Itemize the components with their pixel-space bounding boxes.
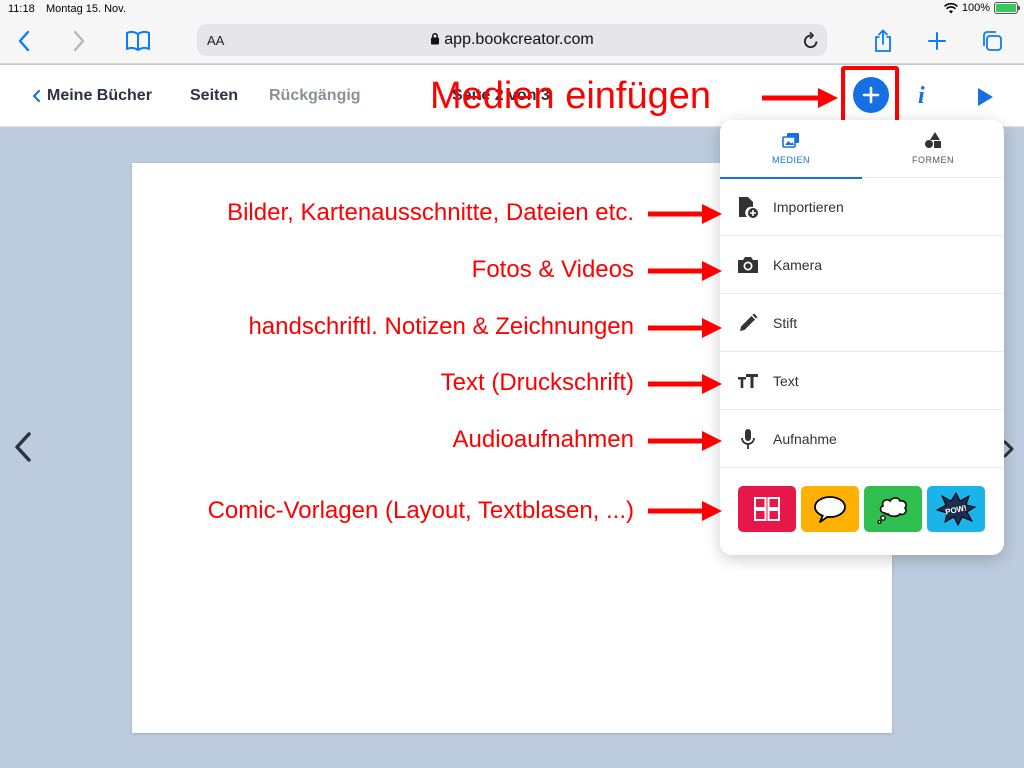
- pow-burst-icon: POW!: [936, 492, 976, 526]
- microphone-icon: [741, 429, 755, 449]
- pen-icon: [740, 313, 758, 331]
- lock-icon: [431, 33, 440, 45]
- tab-media[interactable]: MEDIEN: [720, 120, 862, 179]
- pages-button[interactable]: Seiten: [190, 87, 238, 105]
- url-text: app.bookcreator.com: [444, 31, 594, 48]
- import-label: Importieren: [773, 199, 844, 215]
- play-button[interactable]: [976, 87, 994, 112]
- camera-icon: [738, 257, 758, 273]
- tabs-overview-button[interactable]: [976, 26, 1008, 56]
- wifi-icon: [943, 2, 958, 13]
- annotation-camera: Fotos & Videos: [471, 256, 634, 283]
- camera-label: Kamera: [773, 257, 823, 273]
- previous-page-button[interactable]: [12, 430, 34, 469]
- bookmarks-button[interactable]: [122, 26, 154, 56]
- thought-bubble-icon: [877, 497, 907, 524]
- share-icon: [875, 29, 891, 52]
- tabs-icon: [983, 31, 1002, 51]
- annotation-title: Medien einfügen: [430, 75, 711, 117]
- audio-label: Aufnahme: [773, 431, 837, 447]
- status-time: 11:18: [8, 3, 35, 15]
- my-books-label: Meine Bücher: [47, 87, 152, 104]
- import-file-icon: [739, 197, 758, 218]
- battery-icon: [994, 2, 1020, 14]
- chevron-left-icon: [32, 89, 41, 103]
- chevron-right-icon: [73, 30, 85, 52]
- pow-sticker-button[interactable]: POW!: [927, 486, 985, 532]
- text-label: Text: [773, 373, 799, 389]
- thought-bubble-button[interactable]: [864, 486, 922, 532]
- annotation-pen: handschriftl. Notizen & Zeichnungen: [248, 313, 634, 340]
- battery-percent: 100%: [961, 2, 990, 14]
- chevron-left-icon: [18, 30, 30, 52]
- panel-tabs: MEDIEN FORMEN: [720, 120, 1004, 179]
- speech-bubble-icon: [814, 496, 846, 523]
- forward-button[interactable]: [63, 26, 95, 56]
- tab-media-label: MEDIEN: [771, 155, 810, 165]
- annotation-audio: Audioaufnahmen: [452, 426, 634, 453]
- info-button[interactable]: i: [918, 83, 925, 110]
- pen-label: Stift: [773, 315, 798, 331]
- address-bar[interactable]: AA app.bookcreator.com: [197, 24, 827, 56]
- reload-icon[interactable]: [803, 31, 819, 49]
- media-icon: [782, 133, 799, 148]
- comic-layout-icon: [754, 497, 780, 521]
- camera-item[interactable]: Kamera: [720, 236, 1004, 294]
- chevron-left-icon: [15, 432, 31, 462]
- tab-shapes-label: FORMEN: [912, 155, 954, 165]
- shapes-icon: [925, 132, 941, 148]
- url-display: app.bookcreator.com: [197, 31, 827, 49]
- speech-bubble-button[interactable]: [801, 486, 859, 532]
- annotation-text: Text (Druckschrift): [440, 369, 634, 396]
- play-icon: [978, 88, 993, 106]
- add-button-highlight: [841, 66, 899, 126]
- status-bar: 11:18 Montag 15. Nov. 100%: [0, 0, 1024, 20]
- insert-media-panel: MEDIEN FORMEN Importieren Kamera Stift T…: [720, 120, 1004, 555]
- pen-item[interactable]: Stift: [720, 294, 1004, 352]
- annotation-import: Bilder, Kartenausschnitte, Dateien etc.: [227, 199, 634, 226]
- back-button[interactable]: [8, 26, 40, 56]
- text-icon: [738, 374, 758, 388]
- comic-layout-button[interactable]: [738, 486, 796, 532]
- annotation-comics: Comic-Vorlagen (Layout, Textblasen, ...): [207, 497, 634, 524]
- tab-shapes[interactable]: FORMEN: [862, 120, 1004, 178]
- my-books-button[interactable]: Meine Bücher: [32, 87, 152, 105]
- book-icon: [126, 30, 150, 51]
- audio-item[interactable]: Aufnahme: [720, 410, 1004, 468]
- undo-button[interactable]: Rückgängig: [269, 87, 361, 105]
- plus-icon: [928, 32, 946, 50]
- text-item[interactable]: Text: [720, 352, 1004, 410]
- status-right: 100%: [943, 2, 1020, 14]
- import-item[interactable]: Importieren: [720, 178, 1004, 236]
- share-button[interactable]: [867, 26, 899, 56]
- browser-toolbar: AA app.bookcreator.com: [0, 20, 1024, 64]
- status-date: Montag 15. Nov.: [46, 3, 126, 15]
- new-tab-button[interactable]: [921, 26, 953, 56]
